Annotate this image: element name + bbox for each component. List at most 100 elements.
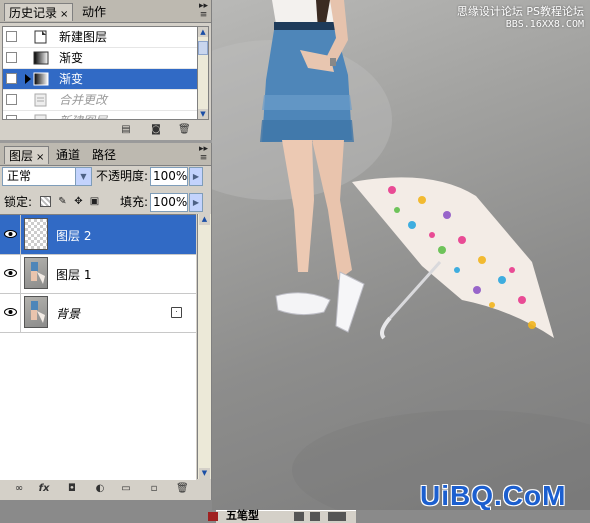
photo-artwork	[212, 0, 590, 510]
new-layer-icon	[34, 114, 47, 119]
blend-opacity-row: 正常 ▼ 不透明度: 100% ▶	[0, 165, 210, 187]
gradient-icon	[33, 72, 49, 86]
layers-panel: 图层 × 通道 路径 ▸▸ ≡ 正常 ▼ 不透明度: 100% ▶ 锁定: ✎ ✥ …	[0, 143, 212, 500]
history-item[interactable]: 渐变	[3, 48, 197, 69]
new-snapshot-icon[interactable]: ◙	[150, 124, 162, 135]
tab-layers[interactable]: 图层 ×	[4, 146, 50, 164]
scroll-down-icon[interactable]: ▼	[199, 468, 210, 479]
history-source-checkbox[interactable]	[6, 94, 17, 105]
ime-logo-icon[interactable]	[208, 512, 218, 521]
layer-thumbnail	[24, 218, 48, 250]
watermark-site: BBS.16XX8.COM	[505, 19, 584, 30]
visibility-toggle[interactable]	[1, 215, 21, 254]
adjustment-layer-icon[interactable]: ◐	[94, 483, 106, 494]
history-item[interactable]: 新建图层	[3, 111, 197, 119]
history-list: 新建图层 渐变 渐变 合并更改 新建图层	[2, 26, 198, 120]
history-item-label: 渐变	[59, 51, 84, 65]
opacity-input[interactable]: 100%	[150, 167, 188, 186]
eye-icon	[4, 230, 17, 238]
link-layers-icon[interactable]: ∞	[10, 483, 28, 494]
opacity-slider-button[interactable]: ▶	[189, 167, 203, 186]
panel-menu-icon[interactable]: ▸▸ ≡	[199, 2, 208, 20]
close-icon[interactable]: ×	[60, 9, 68, 20]
history-source-checkbox[interactable]	[6, 73, 17, 84]
photo-thumbnail-art	[31, 301, 45, 323]
history-source-checkbox[interactable]	[6, 31, 17, 42]
watermark-top-line2: PS教程论坛	[526, 5, 584, 18]
tab-actions[interactable]: 动作	[78, 3, 110, 21]
scroll-down-icon[interactable]: ▼	[198, 109, 208, 119]
trash-icon[interactable]: 🗑	[178, 124, 191, 135]
history-state-arrow-icon[interactable]	[25, 74, 31, 84]
opacity-label: 不透明度:	[96, 169, 149, 183]
history-tabbar: 历史记录 × 动作 ▸▸ ≡	[0, 0, 211, 23]
new-layer-icon[interactable]: ▫	[148, 483, 160, 494]
layers-scrollbar[interactable]: ▲ ▼	[197, 214, 211, 479]
visibility-toggle[interactable]	[1, 293, 21, 332]
bottom-area	[0, 500, 212, 522]
new-group-icon[interactable]: ▭	[120, 483, 132, 494]
tab-channels-label: 通道	[56, 148, 81, 162]
history-item[interactable]: 合并更改	[3, 90, 197, 111]
history-footer: ▤ ◙ 🗑	[0, 121, 210, 139]
photo-thumbnail-art	[31, 262, 45, 284]
history-item[interactable]: 新建图层	[3, 27, 197, 48]
lock-label: 锁定:	[4, 195, 33, 209]
layer-thumbnail	[24, 257, 48, 289]
layer-row[interactable]: 图层 2	[0, 215, 196, 255]
history-panel: 历史记录 × 动作 ▸▸ ≡ 新建图层 渐变 渐变 合并更改 ▲ ▼ ▤ ◙ 🗑	[0, 0, 212, 140]
history-scrollbar[interactable]: ▲ ▼	[197, 26, 209, 120]
visibility-toggle[interactable]	[1, 254, 21, 293]
image-canvas[interactable]: 思缘设计论坛 PS教程论坛 BBS.16XX8.COM UiBQ.CoM	[212, 0, 590, 510]
layer-name[interactable]: 图层 2	[56, 227, 91, 244]
gradient-icon	[33, 51, 49, 65]
watermark-bottom: UiBQ.CoM	[420, 480, 567, 510]
fill-slider-button[interactable]: ▶	[189, 193, 203, 212]
lock-transparency-icon[interactable]	[40, 196, 51, 207]
trash-icon[interactable]: 🗑	[176, 483, 189, 494]
watermark-top: 思缘设计论坛 PS教程论坛 BBS.16XX8.COM	[457, 6, 584, 31]
layer-list: 图层 2 图层 1 背景 ·	[0, 214, 196, 480]
layer-thumbnail	[24, 296, 48, 328]
tab-history-label: 历史记录	[9, 6, 58, 20]
tab-history[interactable]: 历史记录 ×	[4, 3, 74, 21]
layers-tabbar: 图层 × 通道 路径 ▸▸ ≡	[0, 143, 211, 166]
layer-row[interactable]: 背景 ·	[0, 293, 196, 333]
history-source-checkbox[interactable]	[6, 52, 17, 63]
tab-channels[interactable]: 通道	[52, 146, 84, 164]
tab-layers-label: 图层	[9, 149, 34, 163]
scroll-thumb[interactable]	[198, 41, 208, 55]
layers-footer: ∞ fx ◘ ◐ ▭ ▫ 🗑	[0, 480, 210, 500]
new-document-from-state-icon[interactable]: ▤	[120, 124, 132, 135]
merge-changes-icon	[34, 93, 47, 107]
history-source-checkbox[interactable]	[6, 115, 17, 119]
tab-paths-label: 路径	[92, 148, 117, 162]
panel-menu-icon[interactable]: ▸▸ ≡	[199, 145, 208, 163]
ime-mode-label[interactable]: 五笔型	[226, 509, 259, 523]
history-item-label: 渐变	[59, 72, 84, 86]
fill-input[interactable]: 100%	[150, 193, 188, 212]
watermark-top-line1: 思缘设计论坛	[456, 5, 523, 18]
ime-punct-icon[interactable]	[310, 512, 320, 521]
blend-mode-select[interactable]: 正常 ▼	[2, 167, 92, 186]
history-item-selected[interactable]: 渐变	[3, 69, 197, 90]
layer-name[interactable]: 背景	[56, 305, 80, 322]
tab-actions-label: 动作	[82, 5, 107, 19]
lock-brush-icon[interactable]: ✎	[57, 196, 68, 207]
layer-style-fx-icon[interactable]: fx	[38, 483, 50, 494]
close-icon[interactable]: ×	[36, 152, 44, 163]
layer-mask-icon[interactable]: ◘	[66, 483, 78, 494]
lock-fill-row: 锁定: ✎ ✥ ▣ 填充: 100% ▶	[0, 191, 210, 213]
layer-name[interactable]: 图层 1	[56, 266, 91, 283]
ime-moon-icon[interactable]	[294, 512, 304, 521]
fill-label: 填充:	[120, 195, 149, 209]
chevron-down-icon[interactable]: ▼	[75, 168, 91, 185]
layer-row[interactable]: 图层 1	[0, 254, 196, 294]
scroll-up-icon[interactable]: ▲	[199, 214, 210, 225]
tab-paths[interactable]: 路径	[88, 146, 120, 164]
eye-icon	[4, 308, 17, 316]
scroll-up-icon[interactable]: ▲	[198, 27, 208, 37]
lock-all-icon[interactable]: ▣	[89, 196, 100, 207]
lock-move-icon[interactable]: ✥	[73, 196, 84, 207]
soft-keyboard-icon[interactable]	[328, 512, 346, 521]
